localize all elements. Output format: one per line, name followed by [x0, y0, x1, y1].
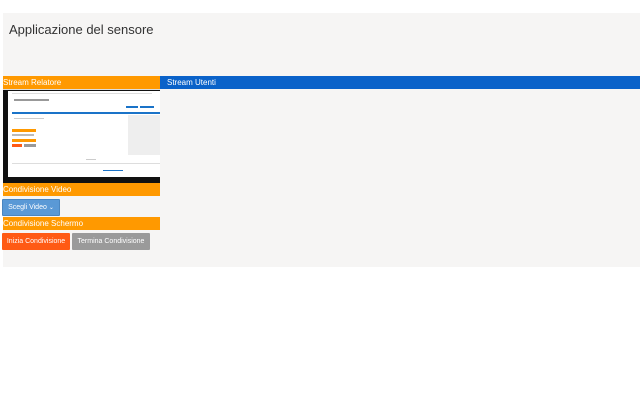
speaker-stream-video — [3, 89, 160, 183]
screen-sharing-section: Inizia Condivisione Termina Condivisione — [2, 230, 160, 251]
speaker-stream-screen — [8, 91, 160, 177]
user-streams-panel: Stream Utenti — [160, 76, 640, 267]
start-sharing-button[interactable]: Inizia Condivisione — [2, 233, 70, 250]
choose-video-button[interactable]: Scegli Video ⌄ — [2, 199, 60, 216]
sensor-app: Applicazione del sensore Stream Relatore — [2, 13, 640, 267]
stream-utenti-header: Stream Utenti — [160, 76, 640, 89]
video-sharing-section: Scegli Video ⌄ — [2, 196, 160, 217]
choose-video-label: Scegli Video — [8, 204, 47, 211]
stream-relatore-header: Stream Relatore — [3, 76, 160, 89]
page-title: Applicazione del sensore — [9, 22, 154, 37]
stop-sharing-button[interactable]: Termina Condivisione — [72, 233, 150, 250]
left-column: Stream Relatore Condivisione Video Scegl… — [2, 76, 160, 251]
chevron-down-icon: ⌄ — [48, 205, 54, 211]
condivisione-schermo-header: Condivisione Schermo — [3, 217, 160, 230]
condivisione-video-header: Condivisione Video — [3, 183, 160, 196]
